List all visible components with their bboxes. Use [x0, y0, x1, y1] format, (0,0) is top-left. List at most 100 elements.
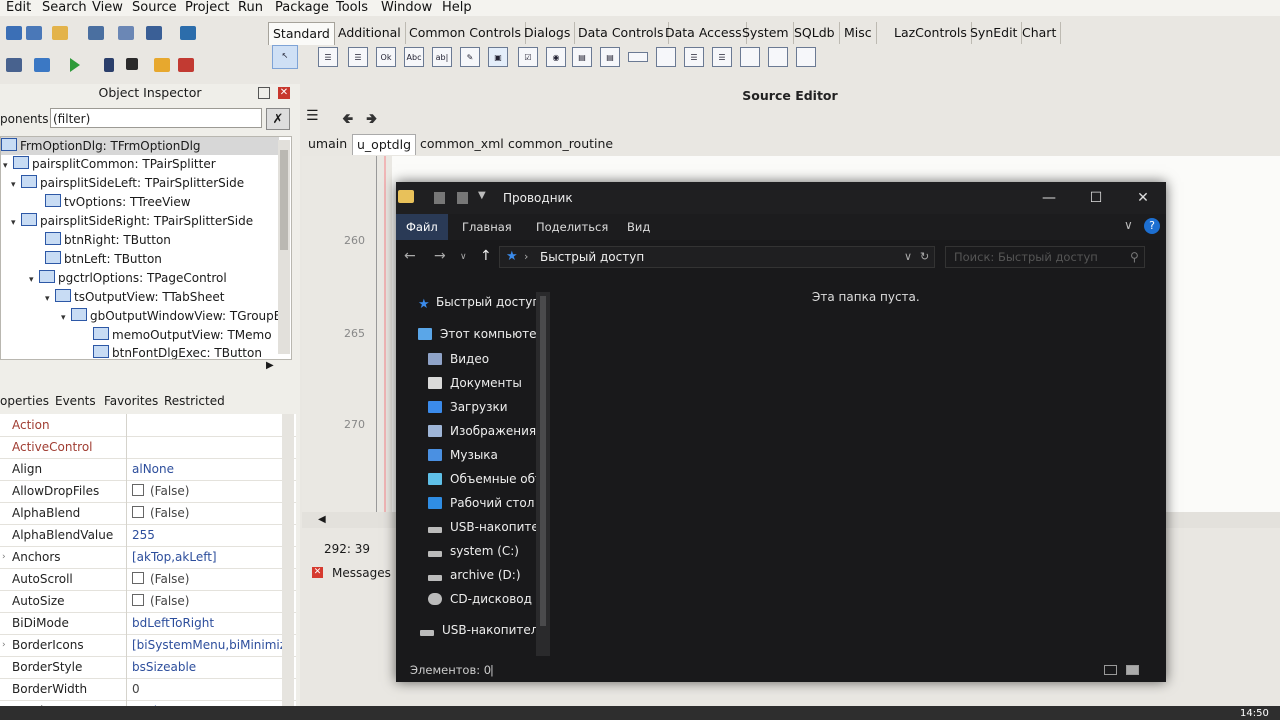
property-row[interactable]: AllowDropFiles (False)	[0, 480, 296, 503]
recent-locations-icon[interactable]: ∨	[460, 252, 467, 262]
tcheckgroup-icon[interactable]: ☰	[712, 47, 732, 67]
menu-source[interactable]: Source	[132, 0, 177, 16]
nav-item-quick-access[interactable]: ★ Быстрый доступ	[418, 290, 540, 314]
property-row[interactable]: Align alNone	[0, 458, 296, 481]
property-row[interactable]: › BorderIcons [biSystemMenu,biMinimize	[0, 634, 296, 657]
tree-item[interactable]: ▾ pgctrlOptions: TPageControl	[29, 269, 227, 287]
tab-common-controls[interactable]: Common Controls	[405, 22, 526, 44]
tree-item[interactable]: btnFontDlgExec: TButton	[93, 344, 262, 359]
property-scrollbar[interactable]	[282, 414, 294, 720]
address-dropdown-icon[interactable]: ∨	[904, 247, 912, 267]
tab-sqldb[interactable]: SQLdb	[790, 22, 840, 44]
checkbox[interactable]	[132, 506, 144, 518]
minimize-icon[interactable]	[258, 87, 270, 99]
run-icon[interactable]	[70, 58, 80, 72]
tab-common-routine[interactable]: common_routine	[504, 134, 617, 154]
save-all-icon[interactable]	[118, 26, 134, 40]
back-icon[interactable]: ←	[404, 248, 416, 264]
menu-tools[interactable]: Tools	[336, 0, 368, 16]
nav-item-drive-c[interactable]: system (C:)	[428, 539, 519, 563]
tab-share[interactable]: Поделиться	[526, 214, 618, 240]
nav-item-this-pc[interactable]: Этот компьютер	[418, 322, 544, 346]
checkbox[interactable]	[132, 484, 144, 496]
scroll-right-icon[interactable]: ▶	[266, 360, 274, 371]
collapse-icon[interactable]: ▾	[3, 157, 13, 175]
breadcrumb[interactable]: Быстрый доступ	[540, 247, 644, 267]
tree-item[interactable]: tvOptions: TTreeView	[45, 193, 191, 211]
nav-item-desktop[interactable]: Рабочий стол	[428, 491, 534, 515]
search-input[interactable]: Поиск: Быстрый доступ ⚲	[945, 246, 1145, 268]
tab-home[interactable]: Главная	[452, 214, 522, 240]
up-icon[interactable]: ↑	[480, 248, 492, 264]
tree-item[interactable]: ▾ tsOutputView: TTabSheet	[45, 288, 224, 306]
menu-window[interactable]: Window	[381, 0, 432, 16]
view-units-icon[interactable]	[180, 26, 196, 40]
nav-pane-scroll-thumb[interactable]	[540, 296, 546, 626]
step-into-icon[interactable]	[154, 58, 170, 72]
collapse-icon[interactable]: ▾	[61, 309, 71, 327]
new-unit-icon[interactable]	[6, 26, 22, 40]
tab-data-controls[interactable]: Data Controls	[574, 22, 669, 44]
tcombobox-icon[interactable]: ▤	[600, 47, 620, 67]
maximize-button[interactable]: ☐	[1073, 182, 1119, 214]
tree-item[interactable]: ▾ pairsplitCommon: TPairSplitter	[3, 155, 216, 173]
tradiobutton-icon[interactable]: ◉	[546, 47, 566, 67]
minimize-button[interactable]: —	[1026, 182, 1072, 214]
nav-item-documents[interactable]: Документы	[428, 371, 522, 395]
property-row[interactable]: AutoSize (False)	[0, 590, 296, 613]
collapse-icon[interactable]: ▾	[11, 214, 21, 232]
tab-dialogs[interactable]: Dialogs	[520, 22, 576, 44]
tgroupbox-icon[interactable]	[656, 47, 676, 67]
property-row[interactable]: ActiveControl	[0, 436, 296, 459]
property-row[interactable]: BorderWidth 0	[0, 678, 296, 701]
tactionlist-icon[interactable]	[796, 47, 816, 67]
nav-item-cd-drive[interactable]: CD-дисковод (Z	[428, 587, 549, 611]
checkbox[interactable]	[132, 594, 144, 606]
forward-arrow-icon[interactable]: 🢂	[366, 108, 377, 132]
tpanel-icon[interactable]	[740, 47, 760, 67]
tree-item[interactable]: memoOutputView: TMemo	[93, 326, 272, 344]
tree-item[interactable]: ▾ gbOutputWindowView: TGroupB	[61, 307, 282, 325]
nav-item-music[interactable]: Музыка	[428, 443, 498, 467]
nav-item-drive-d[interactable]: archive (D:)	[428, 563, 521, 587]
tree-scroll-thumb[interactable]	[280, 150, 288, 250]
tscrollbar-icon[interactable]	[628, 52, 648, 62]
property-row[interactable]: Action	[0, 414, 296, 437]
tab-file[interactable]: Файл	[396, 214, 448, 240]
open-icon[interactable]	[52, 26, 68, 40]
tab-misc[interactable]: Misc	[840, 22, 877, 44]
expand-icon[interactable]: ›	[2, 546, 6, 568]
tlabel-icon[interactable]: Abc	[404, 47, 424, 67]
menu-help[interactable]: Help	[442, 0, 472, 16]
tradiogroup-icon[interactable]: ☰	[684, 47, 704, 67]
nav-item-usb-2[interactable]: USB-накопитель	[420, 618, 546, 642]
clear-filter-icon[interactable]: ✗	[266, 108, 290, 130]
tree-item[interactable]: ▾ pairsplitSideRight: TPairSplitterSide	[11, 212, 253, 230]
tab-synedit[interactable]: SynEdit	[966, 22, 1023, 44]
tedit-icon[interactable]: ab|	[432, 47, 452, 67]
help-icon[interactable]: ?	[1144, 218, 1160, 234]
nav-item-usb[interactable]: USB-накопител	[428, 515, 546, 539]
tab-umain[interactable]: umain	[304, 134, 351, 154]
tab-restricted[interactable]: Restricted	[164, 392, 225, 410]
stop-icon[interactable]	[126, 58, 138, 70]
nav-item-images[interactable]: Изображения	[428, 419, 536, 443]
tree-item[interactable]: btnLeft: TButton	[45, 250, 162, 268]
save-icon[interactable]	[88, 26, 104, 40]
menu-view[interactable]: View	[92, 0, 123, 16]
tlistbox-icon[interactable]: ▤	[572, 47, 592, 67]
tab-events[interactable]: Events	[55, 392, 96, 410]
new-folder-icon[interactable]	[457, 192, 468, 204]
tframe-icon[interactable]	[768, 47, 788, 67]
view-forms-icon[interactable]	[6, 58, 22, 72]
jump-history-icon[interactable]: ☰	[306, 108, 319, 124]
customize-toolbar-icon[interactable]: ▼	[478, 190, 486, 201]
menu-edit[interactable]: Edit	[6, 0, 31, 16]
tree-item[interactable]: FrmOptionDlg: TFrmOptionDlg	[1, 137, 279, 155]
tab-common-xml[interactable]: common_xml	[416, 134, 508, 154]
build-modes-icon[interactable]	[34, 58, 50, 72]
tbutton-icon[interactable]: Ok	[376, 47, 396, 67]
explorer-titlebar[interactable]: ▼ Проводник — ☐ ✕	[396, 182, 1166, 214]
new-form-icon[interactable]	[26, 26, 42, 40]
ttogglebox-icon[interactable]: ▣	[488, 47, 508, 67]
